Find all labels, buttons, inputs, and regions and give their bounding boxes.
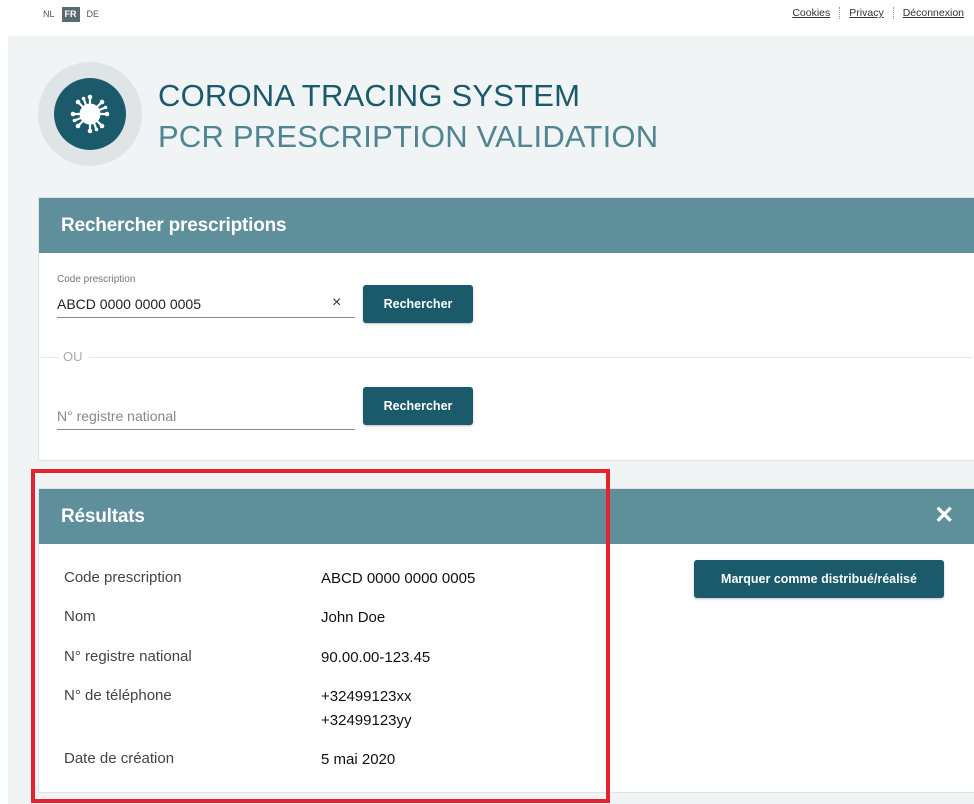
results-panel: Résultats ✕ Code prescription ABCD 0000 …: [38, 488, 974, 793]
code-prescription-label: Code prescription: [57, 274, 136, 285]
result-value-nrn: 90.00.00-123.45: [321, 649, 431, 666]
result-value-phone-2: +32499123yy: [321, 712, 412, 729]
national-register-input[interactable]: [57, 402, 355, 430]
search-nrn-button[interactable]: Rechercher: [363, 387, 473, 425]
result-value-code: ABCD 0000 0000 0005: [321, 570, 476, 587]
result-label-nrn: N° registre national: [64, 648, 192, 665]
result-value-phone-1: +32499123xx: [321, 688, 412, 705]
app-title: CORONA TRACING SYSTEM: [158, 78, 581, 113]
result-label-date: Date de création: [64, 750, 175, 767]
app-subtitle: PCR PRESCRIPTION VALIDATION: [158, 119, 659, 154]
or-label: OU: [59, 349, 89, 364]
virus-icon: [70, 94, 110, 134]
language-switcher: NL FR DE: [40, 7, 102, 22]
close-icon[interactable]: ✕: [934, 504, 954, 528]
mark-distributed-button[interactable]: Marquer comme distribué/réalisé: [694, 560, 944, 598]
search-code-button[interactable]: Rechercher: [363, 285, 473, 323]
result-value-name: John Doe: [321, 609, 386, 626]
result-label-code: Code prescription: [64, 569, 182, 586]
result-label-phone: N° de téléphone: [64, 687, 172, 704]
logo: [38, 62, 142, 166]
divider: [41, 357, 971, 358]
top-bar: NL FR DE Cookies Privacy Déconnexion: [0, 0, 974, 36]
search-panel-title: Rechercher prescriptions: [61, 214, 287, 236]
result-label-name: Nom: [64, 608, 96, 625]
lang-de[interactable]: DE: [84, 7, 103, 22]
privacy-link[interactable]: Privacy: [840, 7, 892, 19]
page-content: CORONA TRACING SYSTEM PCR PRESCRIPTION V…: [8, 36, 974, 804]
logo-circle: [54, 78, 126, 150]
results-panel-title: Résultats: [61, 505, 145, 527]
lang-nl[interactable]: NL: [40, 7, 58, 22]
cookies-link[interactable]: Cookies: [783, 7, 839, 19]
search-panel: Rechercher prescriptions Code prescripti…: [38, 197, 974, 461]
search-panel-header: Rechercher prescriptions: [39, 198, 974, 253]
result-value-date: 5 mai 2020: [321, 751, 396, 768]
code-prescription-input[interactable]: [57, 290, 355, 318]
clear-input-icon[interactable]: ×: [332, 294, 341, 312]
top-links: Cookies Privacy Déconnexion: [783, 7, 964, 19]
results-panel-header: Résultats ✕: [39, 489, 974, 544]
lang-fr[interactable]: FR: [61, 7, 80, 22]
logout-link[interactable]: Déconnexion: [894, 7, 964, 19]
